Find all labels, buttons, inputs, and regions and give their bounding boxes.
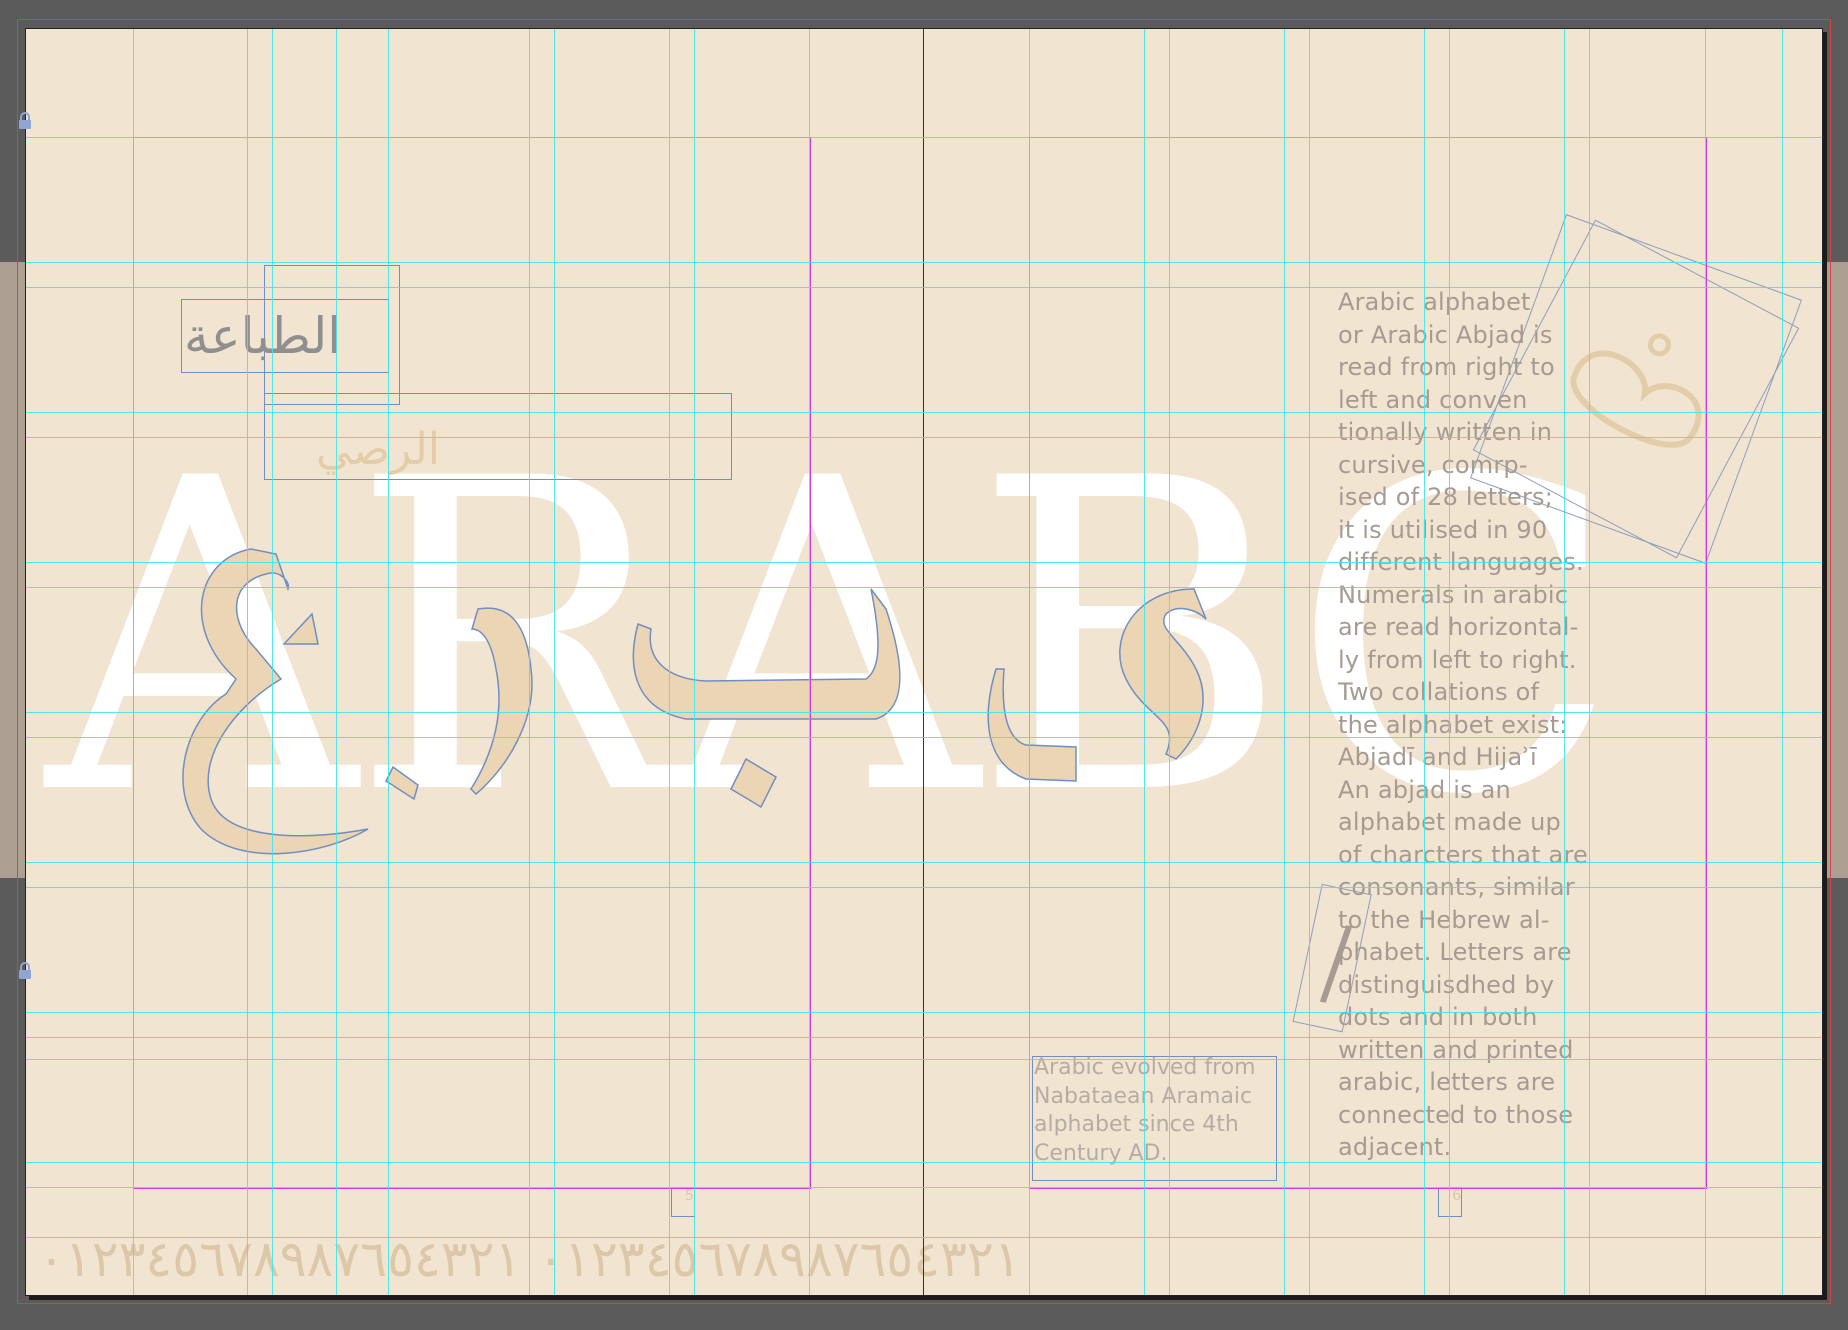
caption[interactable]: Arabic evolved from Nabataean Aramaic al… — [1034, 1054, 1272, 1168]
document-spread[interactable]: ARABC الطباعة الرصي Arabic alphabet or A… — [25, 28, 1823, 1296]
page-number-right[interactable]: 6 — [1438, 1187, 1462, 1217]
spine-fold — [923, 29, 924, 1295]
arabic-numerals-row: ٠١٢٣٤٥٦٧٨٩٨٧٦٥٤٣٢١ ٠١٢٣٤٥٦٧٨٩٨٧٦٥٤٣٢١ — [38, 1230, 1021, 1288]
arabic-subheading[interactable]: الرصي — [316, 424, 440, 475]
lock-icon[interactable] — [16, 112, 34, 130]
arabic-heading[interactable]: الطباعة — [184, 307, 341, 365]
page-number-left[interactable]: 5 — [671, 1187, 695, 1217]
lock-icon[interactable] — [16, 962, 34, 980]
body-copy[interactable]: Arabic alphabet or Arabic Abjad is read … — [1338, 286, 1588, 1164]
